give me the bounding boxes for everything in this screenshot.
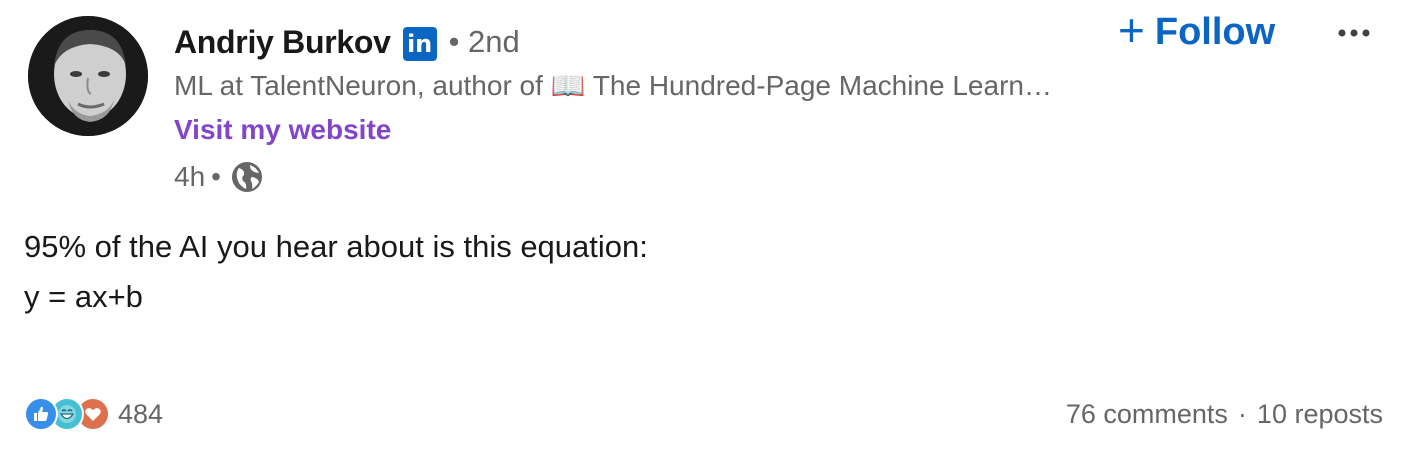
meta-separator: • bbox=[211, 161, 221, 192]
follow-button[interactable]: + Follow bbox=[1118, 4, 1276, 56]
post-line: 95% of the AI you hear about is this equ… bbox=[24, 229, 648, 264]
post-time: 4h bbox=[174, 161, 206, 192]
post-meta: 4h • bbox=[174, 156, 265, 198]
visit-website-link[interactable]: Visit my website bbox=[174, 110, 391, 150]
post-line: y = ax+b bbox=[24, 279, 143, 314]
more-options-button[interactable] bbox=[1334, 16, 1374, 52]
author-avatar[interactable] bbox=[28, 16, 148, 136]
follow-label: Follow bbox=[1154, 10, 1276, 53]
author-row: Andriy Burkov in • 2nd bbox=[174, 20, 520, 64]
post-body: 95% of the AI you hear about is this equ… bbox=[24, 222, 648, 322]
plus-icon: + bbox=[1118, 4, 1145, 56]
counts-separator: · bbox=[1237, 398, 1247, 429]
linkedin-badge-icon: in bbox=[402, 27, 437, 61]
author-headline: ML at TalentNeuron, author of 📖 The Hund… bbox=[174, 70, 1052, 101]
comments-count-link[interactable]: 76 comments bbox=[1066, 399, 1228, 430]
connection-degree: • 2nd bbox=[448, 24, 520, 59]
more-horizontal-icon bbox=[1336, 27, 1372, 42]
reposts-count-link[interactable]: 10 reposts bbox=[1257, 399, 1383, 430]
author-name[interactable]: Andriy Burkov bbox=[174, 24, 391, 61]
reactions-summary[interactable]: 484 bbox=[24, 394, 163, 434]
social-counts: 76 comments · 10 reposts bbox=[1066, 394, 1383, 434]
globe-icon bbox=[229, 159, 265, 195]
reaction-count: 484 bbox=[118, 398, 164, 429]
like-reaction-icon bbox=[24, 397, 58, 431]
